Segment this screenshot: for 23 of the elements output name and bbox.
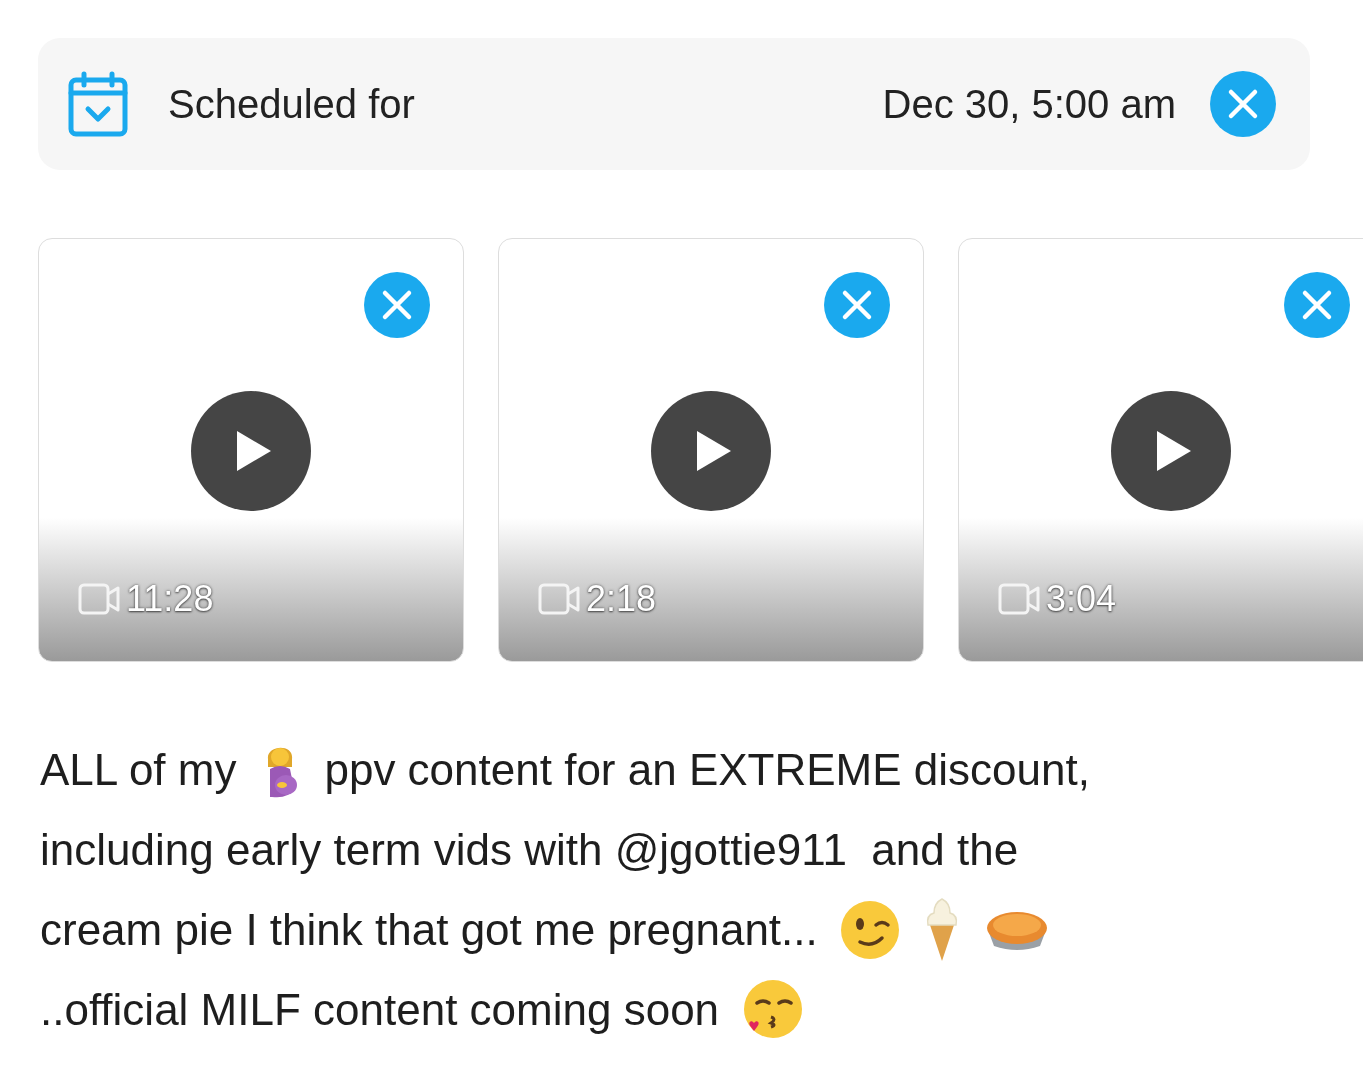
video-duration: 3:04 [1046, 578, 1117, 620]
calendar-icon [68, 71, 128, 137]
schedule-date: Dec 30, 5:00 am [882, 81, 1176, 127]
remove-button[interactable] [824, 272, 890, 338]
caption-text: cream pie I think that got me pregnant... [40, 905, 818, 955]
caption-text: ppv content for an EXTREME discount, [324, 745, 1090, 795]
video-duration: 2:18 [586, 578, 657, 620]
caption-text: ..official MILF content coming soon [40, 985, 720, 1035]
play-button[interactable] [651, 391, 771, 511]
remove-button[interactable] [1284, 272, 1350, 338]
caption-text: ALL of my [40, 745, 237, 795]
caption-text: including early term vids with @jgottie911 and the [40, 825, 1019, 875]
close-button[interactable] [1210, 71, 1276, 137]
winking-emoji-icon [839, 900, 900, 960]
video-icon [998, 583, 1040, 615]
video-duration: 11:28 [126, 578, 214, 620]
schedule-label: Scheduled for [168, 81, 415, 127]
play-button[interactable] [191, 391, 311, 511]
remove-button[interactable] [364, 272, 430, 338]
play-button[interactable] [1111, 391, 1231, 511]
kissing-emoji-icon [741, 979, 804, 1041]
video-icon [538, 583, 580, 615]
video-icon [78, 583, 120, 615]
